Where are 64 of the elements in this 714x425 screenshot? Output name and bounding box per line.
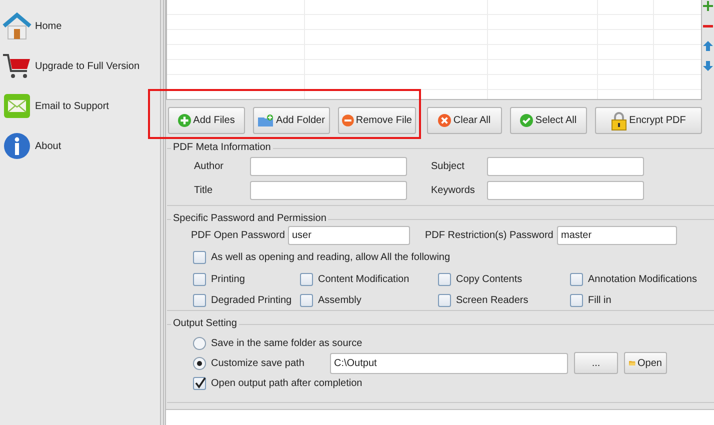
folder-icon [258,114,274,127]
section-title: Specific Password and Permission [171,213,328,224]
checkbox[interactable] [438,294,451,307]
section-title: Output Setting [171,318,239,329]
cart-icon [2,52,32,80]
sidebar-item[interactable]: Upgrade to Full Version [0,46,160,86]
close-icon [438,114,452,127]
checkbox-label: Assembly [318,295,362,306]
plus-icon[interactable] [703,1,713,11]
field-label: PDF Restriction(s) Password [425,230,554,241]
minus-icon [342,114,354,127]
checkbox-label: Open output path after completion [211,378,362,389]
field-label: Author [194,161,224,172]
radio-label: Customize save path [211,358,306,368]
radio-button[interactable] [193,336,206,350]
checkbox[interactable] [438,273,451,286]
field-label: Title [194,185,214,196]
browse-button[interactable]: ... [574,352,618,374]
sidebar-item[interactable]: Email to Support [0,86,160,126]
sidebar-item[interactable]: Home [0,6,160,46]
checkbox-label: Degraded Printing [211,295,292,306]
toolbar-button[interactable]: Add Folder [253,107,330,134]
checkbox-label: Content Modification [318,274,410,285]
checkbox-label: Screen Readers [456,295,528,306]
checkbox-label: As well as opening and reading, allow All the following [211,252,450,263]
toolbar-button[interactable]: Add Files [168,107,245,134]
checkbox[interactable] [300,273,313,286]
info-icon [2,132,32,160]
text-field[interactable] [250,181,407,200]
down-arrow-icon[interactable] [703,61,713,71]
plus-icon [178,114,192,127]
toolbar-button[interactable]: Select All [510,107,587,134]
text-field[interactable]: master [557,226,677,245]
radio-label: Save in the same folder as source [211,338,362,348]
field-label: Keywords [431,185,476,196]
field-label: Subject [431,161,466,172]
checkbox[interactable] [300,294,313,307]
radio-button[interactable] [193,356,206,370]
checkbox[interactable] [570,294,583,307]
open-button[interactable]: Open [624,352,667,374]
field-label: PDF Open Password [191,230,286,241]
text-field[interactable]: C:\Output [330,352,568,374]
checkbox[interactable] [193,273,206,286]
check-icon [520,114,534,127]
checkbox[interactable] [570,273,583,286]
text-field[interactable] [250,157,407,176]
text-field[interactable]: user [288,226,410,245]
text-field[interactable] [487,157,644,176]
up-arrow-icon[interactable] [703,41,713,51]
section-title: PDF Meta Information [171,142,273,153]
checkbox-label: Fill in [588,295,612,306]
checkbox-label: Annotation Modifications [588,274,697,285]
text-field[interactable] [487,181,644,200]
checkbox[interactable] [193,377,206,390]
checkbox[interactable] [193,251,206,264]
toolbar-button[interactable]: Clear All [427,107,502,134]
toolbar-button[interactable]: Encrypt PDF [595,107,702,134]
toolbar-button[interactable]: Remove File [338,107,416,134]
lock-icon [611,110,628,130]
file-table[interactable] [166,0,702,100]
sidebar-item[interactable]: About [0,126,160,166]
checkbox-label: Copy Contents [456,274,522,285]
checkbox[interactable] [193,294,206,307]
checkbox-label: Printing [211,274,245,285]
